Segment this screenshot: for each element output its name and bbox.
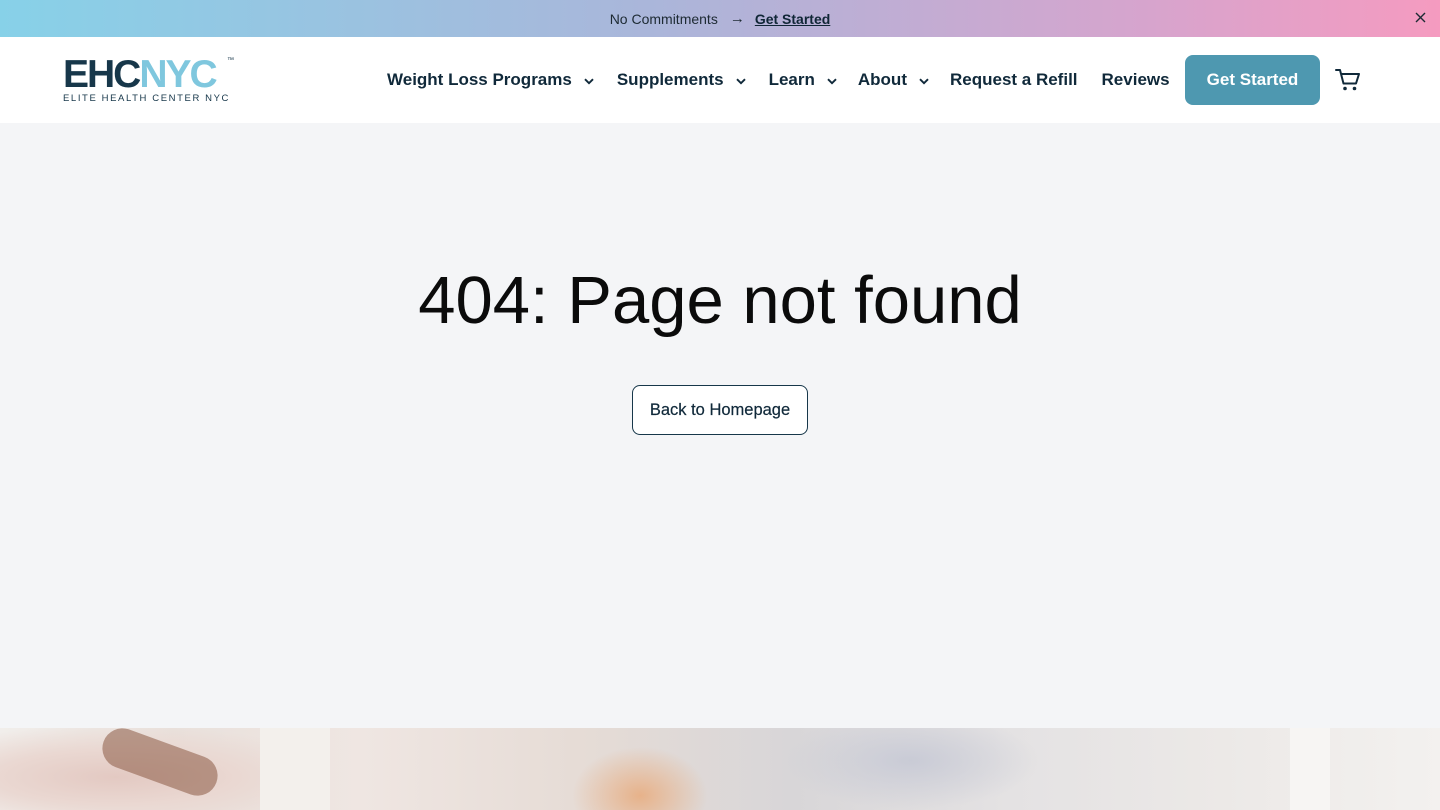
shopping-cart-icon[interactable] bbox=[1335, 68, 1361, 92]
announcement-bar: No Commitments → Get Started bbox=[0, 0, 1440, 37]
chevron-down-icon bbox=[584, 78, 594, 85]
nav-item-label: Supplements bbox=[616, 70, 724, 89]
site-header: EHCNYC ™ ELITE HEALTH CENTER NYC Weight … bbox=[0, 37, 1440, 123]
nav-item-label: Weight Loss Programs bbox=[387, 70, 572, 89]
nav-item-label: Learn bbox=[768, 70, 815, 89]
nav-item-label: Reviews bbox=[1101, 70, 1170, 89]
logo-mark: EHCNYC bbox=[63, 55, 238, 94]
nav-item-request-a-refill[interactable]: Request a Refill bbox=[950, 70, 1078, 90]
logo-tagline: ELITE HEALTH CENTER NYC bbox=[63, 93, 231, 104]
logo[interactable]: EHCNYC ™ ELITE HEALTH CENTER NYC bbox=[63, 55, 238, 105]
main-nav: Weight Loss Programs Supplements Learn A… bbox=[387, 37, 1170, 123]
chevron-down-icon bbox=[735, 78, 746, 85]
nav-item-reviews[interactable]: Reviews bbox=[1102, 70, 1170, 90]
hero-photo bbox=[0, 728, 1440, 810]
nav-item-weight-loss-programs[interactable]: Weight Loss Programs bbox=[387, 70, 594, 90]
arrow-right-icon: → bbox=[729, 10, 745, 27]
chevron-down-icon bbox=[827, 78, 837, 85]
nav-item-about[interactable]: About bbox=[858, 70, 929, 90]
page-title: 404: Page not found bbox=[418, 263, 1022, 338]
main-content: 404: Page not found Back to Homepage bbox=[0, 123, 1440, 728]
nav-item-learn[interactable]: Learn bbox=[769, 70, 837, 90]
nav-item-supplements[interactable]: Supplements bbox=[617, 70, 746, 90]
get-started-button[interactable]: Get Started bbox=[1185, 55, 1320, 105]
back-to-homepage-button[interactable]: Back to Homepage bbox=[632, 385, 808, 435]
announcement-text: No Commitments bbox=[609, 10, 718, 27]
close-icon[interactable] bbox=[1412, 9, 1428, 25]
logo-trademark: ™ bbox=[227, 57, 234, 64]
announcement-get-started-link[interactable]: Get Started bbox=[755, 11, 830, 27]
chevron-down-icon bbox=[919, 78, 929, 85]
nav-item-label: Request a Refill bbox=[949, 70, 1078, 89]
nav-item-label: About bbox=[857, 70, 907, 89]
logo-mark-primary: EHC bbox=[63, 53, 141, 96]
logo-mark-accent: NYC bbox=[139, 53, 217, 96]
